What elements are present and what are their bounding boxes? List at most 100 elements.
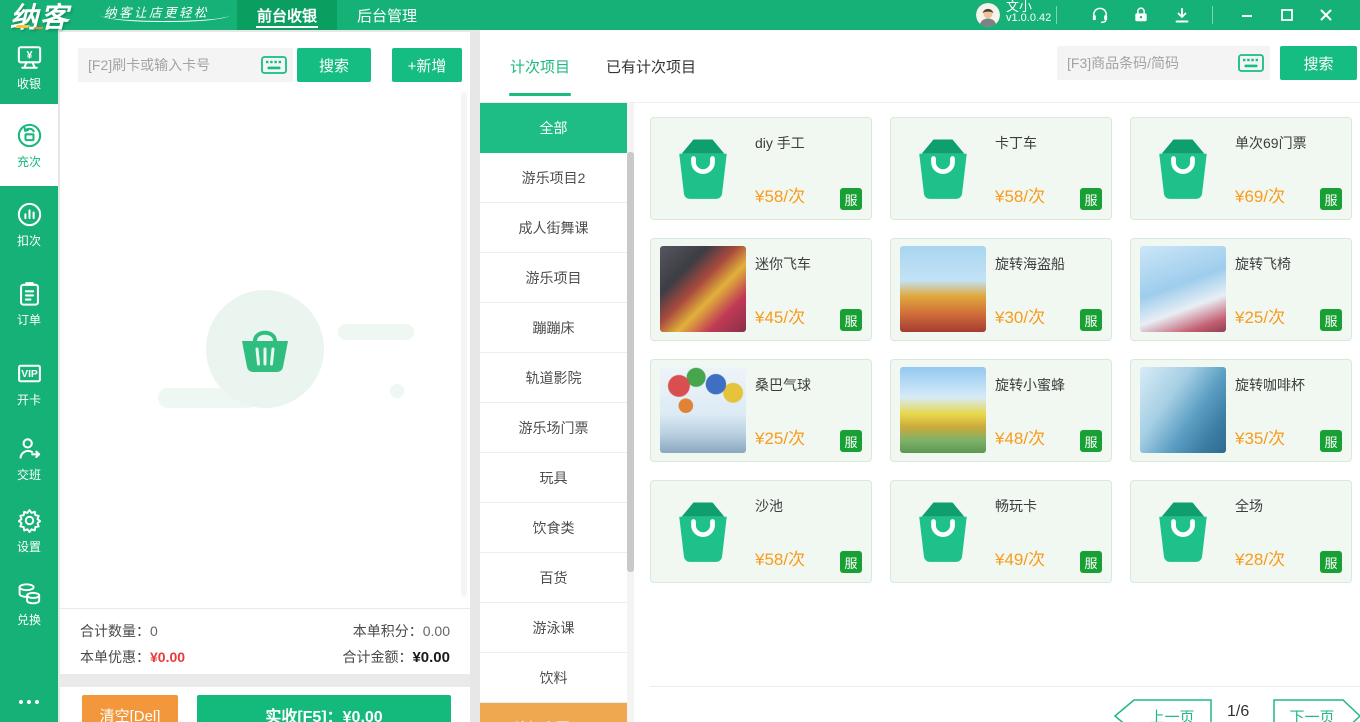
- sidebar-item-settings[interactable]: 设置: [0, 494, 58, 566]
- product-image: [660, 488, 746, 574]
- barcode-input-wrap: [1057, 46, 1270, 80]
- catalog-tab[interactable]: 已有计次项目: [606, 30, 696, 103]
- category-label: 轨道影院: [526, 368, 582, 388]
- logo-accent: [33, 27, 43, 29]
- member-search-button[interactable]: 搜索: [297, 48, 371, 82]
- sidebar-item-orders[interactable]: 订单: [0, 262, 58, 344]
- minimize-icon: [1240, 8, 1254, 22]
- category-item[interactable]: 轨道影院: [480, 353, 627, 403]
- category-item[interactable]: 补打小票[50]: [480, 703, 627, 722]
- product-card[interactable]: 旋转小蜜蜂 ¥48/次 服: [890, 359, 1112, 462]
- prev-page-button[interactable]: 上一页: [1113, 698, 1213, 722]
- sidebar-item-exchange[interactable]: 兑换: [0, 566, 58, 640]
- category-item[interactable]: 饮料: [480, 653, 627, 703]
- exchange-coins-icon: [15, 579, 44, 608]
- product-name: 旋转飞椅: [1235, 254, 1345, 274]
- maximize-button[interactable]: [1270, 0, 1304, 30]
- member-search-bar: 搜索 +新增: [78, 48, 462, 82]
- product-card[interactable]: 单次69门票 ¥69/次 服: [1130, 117, 1352, 220]
- close-icon: [1319, 8, 1333, 22]
- app-slogan: 纳客让店更轻松: [104, 2, 209, 21]
- service-badge: 服: [840, 188, 862, 210]
- download-icon[interactable]: [1172, 5, 1192, 25]
- category-item[interactable]: 游乐场门票: [480, 403, 627, 453]
- keyboard-icon[interactable]: [261, 56, 287, 74]
- product-card[interactable]: diy 手工 ¥58/次 服: [650, 117, 872, 220]
- add-member-button[interactable]: +新增: [392, 48, 462, 82]
- category-item[interactable]: 全部: [480, 103, 627, 153]
- product-price: ¥25/次: [755, 424, 805, 449]
- nav-tab[interactable]: 前台收银: [237, 0, 337, 30]
- clear-cart-button[interactable]: 清空[Del]: [82, 695, 178, 722]
- keyboard-icon[interactable]: [1238, 54, 1264, 72]
- category-item[interactable]: 游乐项目2: [480, 153, 627, 203]
- product-card[interactable]: 沙池 ¥58/次 服: [650, 480, 872, 583]
- nav-tab[interactable]: 后台管理: [337, 0, 437, 30]
- category-item[interactable]: 玩具: [480, 453, 627, 503]
- order-discount: 本单优惠：¥0.00: [80, 647, 185, 673]
- lock-icon[interactable]: [1131, 5, 1151, 25]
- service-badge: 服: [1080, 551, 1102, 573]
- sidebar-item-vip-card[interactable]: VIP 开卡: [0, 344, 58, 422]
- sidebar-label: 收银: [17, 75, 41, 92]
- logo-accent: [15, 25, 30, 28]
- sidebar-item-deduct-times[interactable]: 扣次: [0, 186, 58, 262]
- recharge-times-icon: [15, 121, 44, 150]
- product-card[interactable]: 旋转飞椅 ¥25/次 服: [1130, 238, 1352, 341]
- sidebar-label: 开卡: [17, 391, 41, 408]
- category-item[interactable]: 百货: [480, 553, 627, 603]
- category-item[interactable]: 成人街舞课: [480, 203, 627, 253]
- next-page-button[interactable]: 下一页: [1272, 698, 1360, 722]
- category-item[interactable]: 饮食类: [480, 503, 627, 553]
- shopping-bag-icon: [905, 493, 981, 569]
- empty-decor: [390, 384, 404, 398]
- close-button[interactable]: [1309, 0, 1343, 30]
- product-name: 旋转小蜜蜂: [995, 375, 1105, 395]
- product-name: 旋转海盗船: [995, 254, 1105, 274]
- product-card[interactable]: 畅玩卡 ¥49/次 服: [890, 480, 1112, 583]
- product-image: [1140, 246, 1226, 332]
- product-card[interactable]: 旋转海盗船 ¥30/次 服: [890, 238, 1112, 341]
- product-search-button[interactable]: 搜索: [1280, 46, 1357, 80]
- svg-text:¥: ¥: [26, 49, 32, 61]
- product-card[interactable]: 桑巴气球 ¥25/次 服: [650, 359, 872, 462]
- points-label: 本单积分：: [353, 623, 423, 639]
- sidebar-more-button[interactable]: [0, 696, 58, 708]
- product-card[interactable]: 全场 ¥28/次 服: [1130, 480, 1352, 583]
- sidebar-label: 兑换: [17, 611, 41, 628]
- sidebar-item-cashier[interactable]: ¥ 收银: [0, 30, 58, 104]
- sidebar-item-shift-change[interactable]: 交班: [0, 422, 58, 494]
- customer-service-icon[interactable]: [1090, 5, 1110, 25]
- category-scrollbar-thumb[interactable]: [627, 152, 634, 572]
- empty-decor: [338, 324, 414, 340]
- cart-scrollbar[interactable]: [461, 92, 467, 597]
- product-name: 桑巴气球: [755, 375, 865, 395]
- shopping-bag-icon: [1145, 130, 1221, 206]
- avatar[interactable]: [976, 3, 1000, 27]
- product-card[interactable]: 卡丁车 ¥58/次 服: [890, 117, 1112, 220]
- product-card[interactable]: 迷你飞车 ¥45/次 服: [650, 238, 872, 341]
- sidebar-label: 扣次: [17, 232, 41, 249]
- service-badge: 服: [840, 309, 862, 331]
- sidebar-label: 设置: [17, 538, 41, 555]
- catalog-tab[interactable]: 计次项目: [510, 30, 570, 103]
- pagination-bar: 上一页 1/6 下一页: [650, 686, 1360, 722]
- catalog-tab-label: 已有计次项目: [606, 56, 696, 77]
- category-scrollbar-track[interactable]: [627, 103, 634, 722]
- shopping-bag-icon: [665, 493, 741, 569]
- product-name: 全场: [1235, 496, 1345, 516]
- total-qty: 合计数量：0: [80, 621, 158, 647]
- minimize-button[interactable]: [1230, 0, 1264, 30]
- product-price: ¥48/次: [995, 424, 1045, 449]
- product-card[interactable]: 旋转咖啡杯 ¥35/次 服: [1130, 359, 1352, 462]
- category-item[interactable]: 游泳课: [480, 603, 627, 653]
- basket-icon: [234, 321, 296, 377]
- deduct-times-icon: [15, 200, 44, 229]
- product-price: ¥49/次: [995, 545, 1045, 570]
- product-grid: diy 手工 ¥58/次 服 卡丁车 ¥58/次 服: [650, 117, 1352, 583]
- section-divider: [60, 674, 470, 687]
- category-item[interactable]: 游乐项目: [480, 253, 627, 303]
- sidebar-item-recharge-times[interactable]: 充次: [0, 104, 58, 186]
- category-item[interactable]: 蹦蹦床: [480, 303, 627, 353]
- checkout-button[interactable]: 实收[F5]：¥0.00: [197, 695, 451, 722]
